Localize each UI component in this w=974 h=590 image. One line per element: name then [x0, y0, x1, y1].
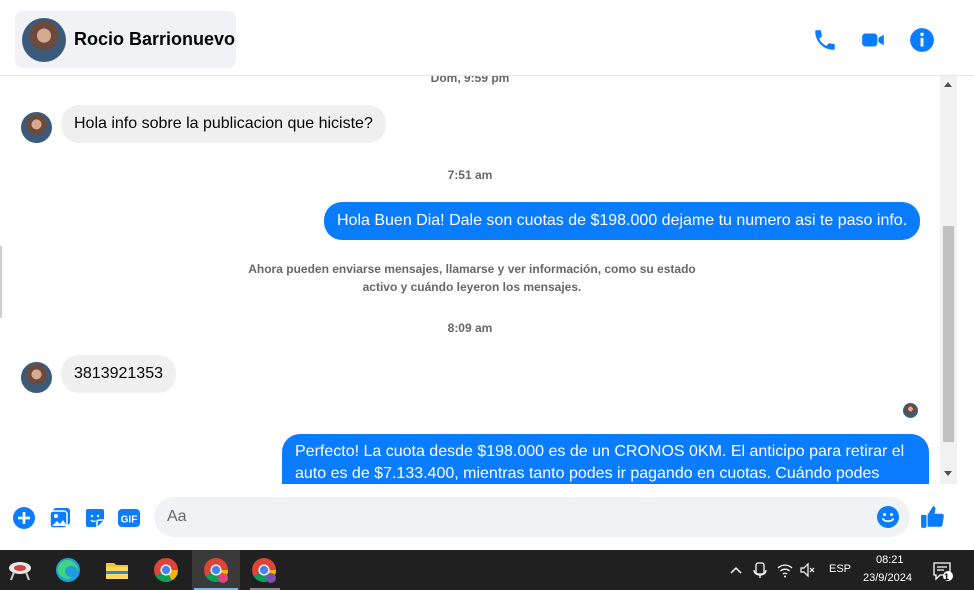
like-icon[interactable] [920, 504, 946, 530]
chrome-incognito-icon[interactable] [250, 556, 278, 584]
incoming-message[interactable]: Hola info sobre la publicacion que hicis… [61, 105, 386, 143]
contact-avatar-small [21, 112, 52, 143]
contact-avatar-small [21, 362, 52, 393]
chrome-profile-icon[interactable] [202, 556, 230, 584]
contact-profile-button[interactable]: Rocio Barrionuevo [15, 11, 236, 68]
svg-text:GIF: GIF [121, 515, 138, 526]
timestamp: Dom, 9:59 pm [430, 76, 510, 85]
gif-icon[interactable]: GIF [117, 506, 141, 530]
widget-app-icon[interactable] [6, 556, 34, 584]
video-icon[interactable] [860, 27, 886, 53]
info-icon[interactable] [909, 27, 935, 53]
plus-icon[interactable] [12, 506, 36, 530]
phone-icon[interactable] [812, 27, 838, 53]
notification-icon[interactable] [932, 560, 954, 582]
scroll-thumb[interactable] [943, 226, 954, 442]
contact-avatar [22, 17, 66, 62]
message-line: Perfecto! La cuota desde $198.000 es de … [295, 443, 905, 460]
timestamp: 7:51 am [447, 168, 493, 182]
image-icon[interactable] [48, 506, 72, 530]
edge-browser-icon[interactable] [54, 556, 82, 584]
system-notice-line: activo y cuándo leyeron los mensajes. [362, 280, 582, 294]
outgoing-message[interactable]: Hola Buen Dia! Dale son cuotas de $198.0… [324, 202, 921, 240]
message-list[interactable]: Dom, 9:59 pm Hola info sobre la publicac… [0, 76, 940, 484]
windows-taskbar: ESP 08:21 23/9/2024 1 [0, 550, 974, 590]
outgoing-message[interactable]: Perfecto! La cuota desde $198.000 es de … [282, 434, 929, 484]
timestamp: 8:09 am [447, 321, 493, 335]
clock-time[interactable]: 08:21 [876, 554, 904, 566]
incoming-message[interactable]: 3813921353 [61, 355, 176, 393]
clock-date[interactable]: 23/9/2024 [863, 572, 912, 584]
message-input-container[interactable] [154, 497, 910, 537]
emoji-icon[interactable] [876, 505, 900, 529]
file-explorer-icon[interactable] [103, 556, 131, 584]
scroll-up-arrow[interactable] [944, 82, 952, 87]
notification-count: 1 [944, 572, 950, 582]
message-line: auto es de $7.133.400, mientras tanto po… [295, 465, 880, 482]
chat-header: Rocio Barrionuevo [0, 0, 974, 76]
system-notice: Ahora pueden enviarse mensajes, llamarse… [230, 260, 714, 296]
input-language[interactable]: ESP [829, 563, 851, 575]
window-edge [0, 246, 2, 318]
contact-name: Rocio Barrionuevo [74, 29, 236, 49]
wifi-icon[interactable] [777, 562, 793, 578]
system-notice-line: Ahora pueden enviarse mensajes, llamarse… [248, 262, 696, 276]
scrollbar[interactable] [940, 76, 957, 484]
chevron-up-icon[interactable] [729, 564, 743, 576]
sticker-icon[interactable] [83, 506, 107, 530]
seen-avatar-icon [903, 403, 918, 418]
scroll-down-arrow[interactable] [944, 471, 952, 476]
composer: GIF [0, 484, 974, 550]
meet-now-icon[interactable] [753, 562, 767, 578]
volume-muted-icon[interactable] [800, 562, 816, 578]
message-input[interactable] [154, 497, 854, 537]
chrome-icon[interactable] [152, 556, 180, 584]
